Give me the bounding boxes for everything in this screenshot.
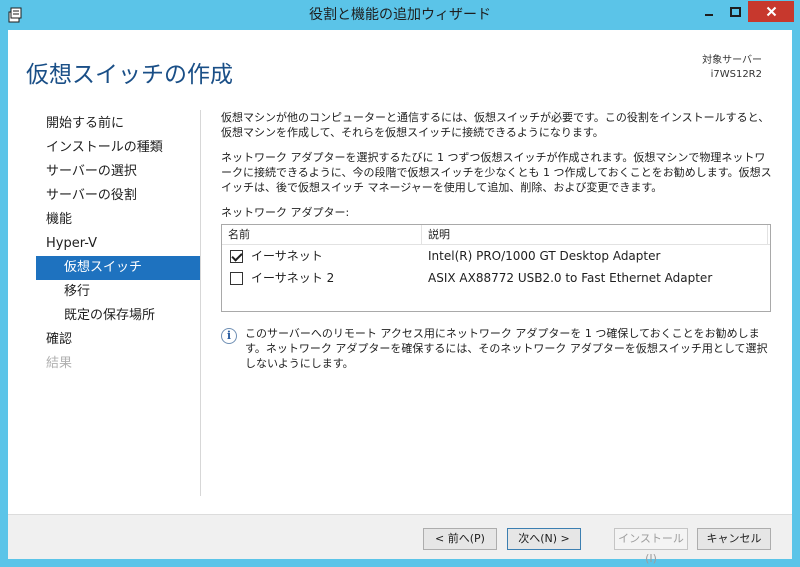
- info-text: このサーバーへのリモート アクセス用にネットワーク アダプターを 1 つ確保して…: [245, 327, 768, 370]
- nav-item-installation-type[interactable]: インストールの種類: [36, 136, 201, 160]
- nav-item-server-selection[interactable]: サーバーの選択: [36, 160, 201, 184]
- wizard-footer: < 前へ(P) 次へ(N) > インストール(I) キャンセル: [8, 514, 792, 565]
- wizard-nav: 開始する前に インストールの種類 サーバーの選択 サーバーの役割 機能 Hype…: [36, 112, 201, 376]
- adapter-description: Intel(R) PRO/1000 GT Desktop Adapter: [428, 248, 661, 263]
- adapter-checkbox-ethernet-2[interactable]: [230, 271, 243, 285]
- adapter-name-cell: イーサネット 2: [222, 271, 422, 286]
- close-button[interactable]: [748, 1, 794, 22]
- table-row[interactable]: イーサネット Intel(R) PRO/1000 GT Desktop Adap…: [222, 245, 770, 267]
- minimize-button[interactable]: [695, 1, 722, 22]
- nav-item-hyper-v[interactable]: Hyper-V: [36, 232, 201, 256]
- title-bar[interactable]: 役割と機能の追加ウィザード: [0, 0, 800, 30]
- description-paragraph-2: ネットワーク アダプターを選択するたびに 1 つずつ仮想スイッチが作成されます。…: [221, 151, 772, 194]
- cancel-button[interactable]: キャンセル: [697, 528, 771, 550]
- install-button: インストール(I): [614, 528, 688, 565]
- next-button[interactable]: 次へ(N) >: [507, 528, 581, 550]
- nav-item-before-you-begin[interactable]: 開始する前に: [36, 112, 201, 136]
- nav-item-results: 結果: [46, 356, 73, 371]
- table-row[interactable]: イーサネット 2 ASIX AX88772 USB2.0 to Fast Eth…: [222, 267, 770, 289]
- adapter-name-cell: イーサネット: [222, 249, 422, 264]
- description-paragraph-1: 仮想マシンが他のコンピューターと通信するには、仮想スイッチが必要です。この役割を…: [221, 111, 770, 139]
- page-title: 仮想スイッチの作成: [26, 62, 233, 88]
- table-header: 名前 説明: [222, 225, 770, 245]
- adapter-description: ASIX AX88772 USB2.0 to Fast Ethernet Ada…: [428, 270, 713, 285]
- nav-item-default-stores[interactable]: 既定の保存場所: [36, 304, 201, 328]
- maximize-icon: [729, 6, 741, 17]
- nav-item-migration[interactable]: 移行: [36, 280, 201, 304]
- nav-item-server-roles[interactable]: サーバーの役割: [36, 184, 201, 208]
- minimize-icon: [704, 13, 713, 16]
- nav-item-virtual-switches[interactable]: 仮想スイッチ: [36, 256, 201, 280]
- nav-item-confirmation[interactable]: 確認: [36, 328, 201, 352]
- previous-button[interactable]: < 前へ(P): [423, 528, 497, 550]
- column-header-name[interactable]: 名前: [222, 225, 422, 244]
- adapter-name: イーサネット: [251, 248, 323, 263]
- target-server-info: 対象サーバー i7WS12R2: [702, 54, 762, 82]
- main-content: 仮想マシンが他のコンピューターと通信するには、仮想スイッチが必要です。この役割を…: [221, 110, 776, 371]
- target-server-label: 対象サーバー: [702, 55, 762, 66]
- maximize-button[interactable]: [722, 1, 748, 22]
- target-server-name: i7WS12R2: [710, 69, 762, 80]
- window-title: 役割と機能の追加ウィザード: [309, 7, 491, 23]
- nav-item-features[interactable]: 機能: [36, 208, 201, 232]
- adapter-checkbox-ethernet[interactable]: [230, 249, 243, 263]
- network-adapters-label: ネットワーク アダプター:: [221, 206, 350, 219]
- nav-divider: [200, 110, 201, 496]
- wizard-client-area: 仮想スイッチの作成 対象サーバー i7WS12R2 開始する前に インストールの…: [8, 30, 792, 565]
- info-message: i このサーバーへのリモート アクセス用にネットワーク アダプターを 1 つ確保…: [221, 326, 776, 371]
- column-header-description[interactable]: 説明: [422, 225, 768, 244]
- adapter-name: イーサネット 2: [251, 270, 335, 285]
- close-icon: [766, 6, 776, 17]
- network-adapters-table[interactable]: 名前 説明 イーサネット Intel(R) PRO/1000 GT Deskto…: [221, 224, 771, 312]
- info-icon: i: [221, 328, 237, 344]
